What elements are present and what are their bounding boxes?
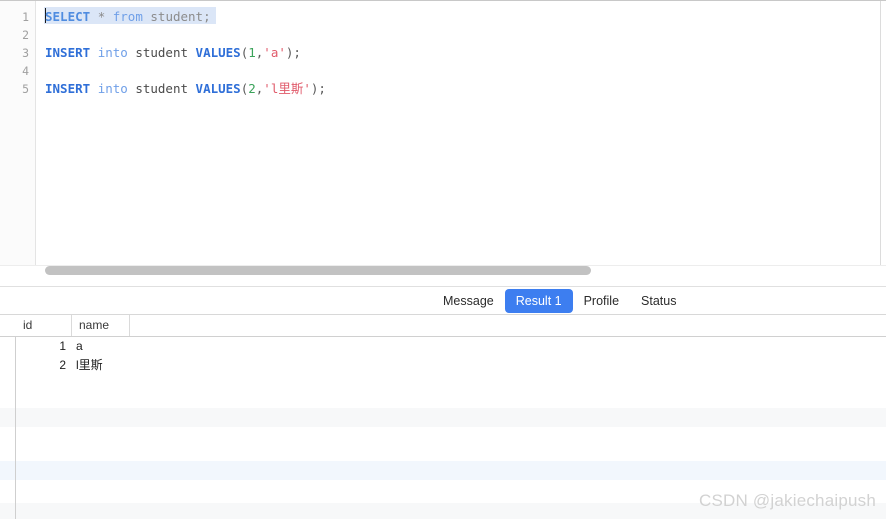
code-token: 'a' [263,45,286,60]
code-token: from [112,9,143,24]
table-row[interactable]: 2 l里斯 [0,356,886,375]
line-number: 5 [22,82,29,96]
line-number-gutter: 1 2 3 4 5 [0,1,36,265]
code-token: 'l里斯' [263,81,311,96]
line-number: 2 [22,28,29,42]
code-token: into [97,45,128,60]
code-token: student [150,9,204,24]
code-line[interactable]: SELECT * from student; [45,8,211,26]
sql-editor-window: 12345 SELECT * from student; INSERT into … [0,0,886,519]
result-tab-list: Message Result 1 Profile Status [432,287,687,314]
line-number: 3 [22,46,29,60]
code-token: student [135,81,189,96]
code-token: ); [285,45,301,60]
code-token: INSERT [45,45,91,60]
code-line[interactable]: INSERT into student VALUES(2,'l里斯'); [45,80,326,98]
tab-message[interactable]: Message [432,289,505,313]
tab-result-1[interactable]: Result 1 [504,288,573,313]
code-token: INSERT [45,81,91,96]
watermark-text: CSDN @jakiechaipush [699,491,876,510]
row-header-cell[interactable] [0,337,16,356]
line-number: 4 [22,64,29,78]
code-token: 2 [248,81,256,96]
column-header-name[interactable]: name [72,315,130,336]
code-token: SELECT [45,9,91,24]
code-token: VALUES [195,45,241,60]
row-header-cell[interactable] [0,408,16,427]
table-row[interactable] [0,461,886,480]
grid-header-row: id name [0,315,886,337]
line-number: 1 [22,10,29,24]
row-header-cell[interactable] [0,356,16,375]
code-token: into [97,81,128,96]
column-header-empty[interactable] [130,315,886,336]
code-line[interactable]: INSERT into student VALUES(1,'a'); [45,44,301,62]
editor-hscroll-thumb[interactable] [45,266,591,275]
code-token: 1 [248,45,256,60]
code-token: ; [203,9,211,24]
sql-code-area[interactable]: SELECT * from student; INSERT into studen… [37,1,886,265]
code-token: student [135,45,189,60]
cell-id[interactable]: 1 [16,337,72,356]
code-token: ); [310,81,326,96]
row-header-cell[interactable] [0,503,16,519]
tab-status[interactable]: Status [630,289,687,313]
result-tabbar: Message Result 1 Profile Status [0,286,886,314]
code-token: VALUES [195,81,241,96]
column-header-id[interactable]: id [16,315,72,336]
cell-name[interactable]: a [72,337,130,356]
table-row[interactable] [0,408,886,427]
sql-editor-pane[interactable]: 1 2 3 4 5 SELECT * from student; INSERT into … [0,1,886,265]
editor-right-border [880,1,881,265]
cell-id[interactable]: 2 [16,356,72,375]
tab-profile[interactable]: Profile [573,289,630,313]
cell-name[interactable]: l里斯 [72,356,130,375]
table-row[interactable]: 1a [0,337,886,356]
row-header-cell[interactable] [0,461,16,480]
result-grid[interactable]: id name 1 a 2 l里斯 CSDN @jakiechaipush [0,314,886,519]
